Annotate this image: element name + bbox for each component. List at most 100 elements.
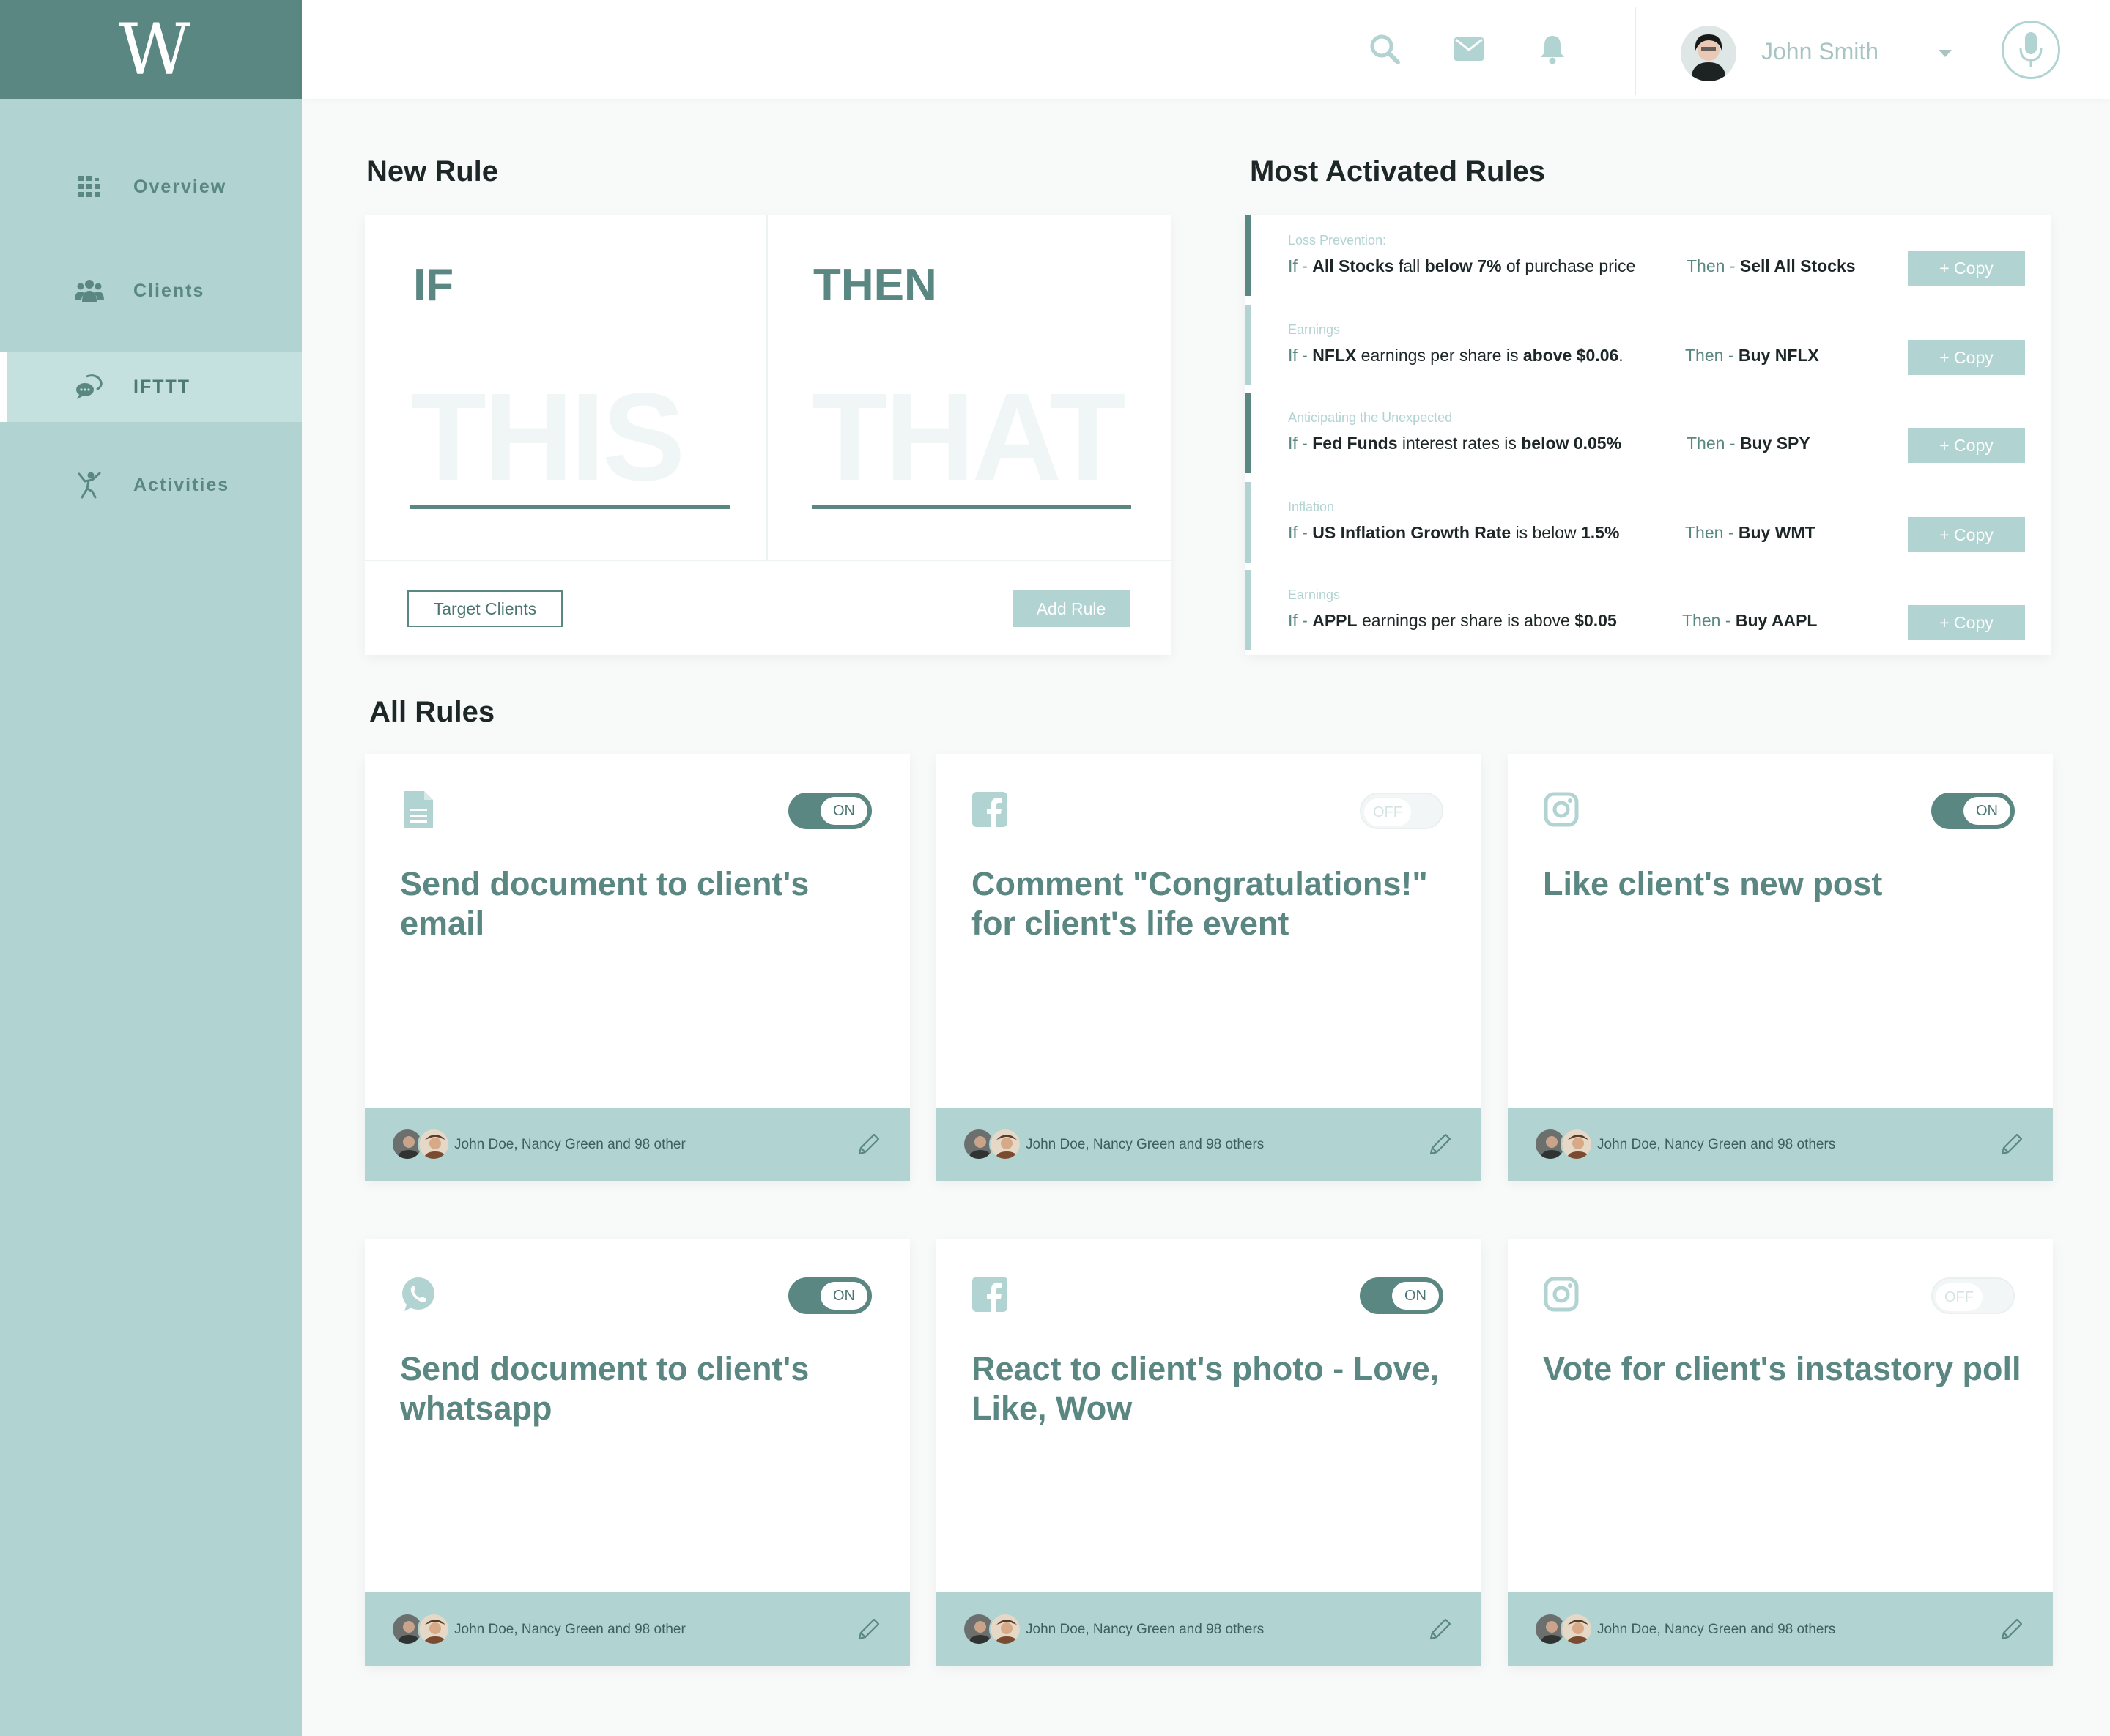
toggle-label: OFF <box>1364 798 1411 826</box>
chevron-down-icon[interactable] <box>1934 42 1956 64</box>
pencil-icon[interactable] <box>1426 1614 1455 1644</box>
logo-text: W <box>118 8 191 91</box>
sidebar-item-label: IFTTT <box>133 376 191 397</box>
then-column: THEN THAT <box>768 215 1171 560</box>
facebook-icon <box>971 1275 1008 1314</box>
if-column: IF THIS <box>365 215 768 560</box>
rule-card[interactable]: ON Send document to client's email John … <box>365 754 910 1181</box>
users-icon <box>75 276 104 305</box>
add-rule-button[interactable]: Add Rule <box>1013 590 1130 627</box>
facebook-icon <box>971 790 1008 829</box>
copy-button[interactable]: + Copy <box>1908 251 2025 286</box>
avatar <box>418 1128 450 1160</box>
microphone-icon[interactable] <box>2002 21 2060 79</box>
avatar <box>989 1613 1021 1645</box>
sidebar-item-label: Clients <box>133 280 205 301</box>
sidebar-item-activities[interactable]: Activities <box>0 450 302 520</box>
sidebar-item-label: Overview <box>133 176 227 197</box>
audience-text: John Doe, Nancy Green and 98 others <box>1597 1137 1836 1152</box>
pencil-icon[interactable] <box>1997 1614 2026 1644</box>
audience-text: John Doe, Nancy Green and 98 other <box>454 1622 686 1637</box>
row-accent <box>1245 482 1251 563</box>
rule-card[interactable]: OFF Vote for client's instastory poll Jo… <box>1508 1239 2053 1666</box>
row-accent <box>1245 570 1251 650</box>
rule-card[interactable]: ON Like client's new post John Doe, Nanc… <box>1508 754 2053 1181</box>
that-input[interactable]: THAT <box>812 375 1126 500</box>
running-figure-icon <box>75 470 104 500</box>
sidebar: W Overview Clients IFTTT Activities <box>0 0 302 1736</box>
rule-card[interactable]: OFF Comment "Congratulations!" for clien… <box>936 754 1481 1181</box>
list-item: Earnings If - NFLX earnings per share is… <box>1245 305 2051 385</box>
new-rule-footer: Target Clients Add Rule <box>365 560 1171 655</box>
sidebar-item-clients[interactable]: Clients <box>0 256 302 326</box>
pencil-icon[interactable] <box>854 1129 884 1159</box>
rule-action: Then - Buy WMT <box>1685 523 1815 542</box>
list-item: Loss Prevention: If - All Stocks fall be… <box>1245 215 2051 296</box>
this-input[interactable]: THIS <box>410 375 685 500</box>
rule-condition: If - All Stocks fall below 7% of purchas… <box>1288 256 1636 275</box>
copy-button[interactable]: + Copy <box>1908 340 2025 375</box>
list-item: Inflation If - US Inflation Growth Rate … <box>1245 482 2051 563</box>
rule-condition: If - NFLX earnings per share is above $0… <box>1288 346 1624 365</box>
whatsapp-icon <box>400 1275 437 1314</box>
copy-button[interactable]: + Copy <box>1908 605 2025 640</box>
rule-title: Like client's new post <box>1543 865 1883 902</box>
then-label: THEN <box>813 260 937 311</box>
toggle-switch[interactable]: OFF <box>1360 793 1443 829</box>
rule-action: Then - Sell All Stocks <box>1687 256 1856 275</box>
toggle-label: ON <box>1392 1282 1439 1310</box>
header-divider <box>1635 7 1636 95</box>
sidebar-item-ifttt[interactable]: IFTTT <box>0 352 302 422</box>
avatar[interactable] <box>1681 26 1736 81</box>
pencil-icon[interactable] <box>1426 1129 1455 1159</box>
copy-button[interactable]: + Copy <box>1908 517 2025 552</box>
avatar <box>989 1128 1021 1160</box>
rule-category: Earnings <box>1288 322 1341 337</box>
search-icon[interactable] <box>1366 31 1403 67</box>
instagram-icon <box>1543 1275 1580 1314</box>
target-clients-button[interactable]: Target Clients <box>407 590 563 627</box>
rule-footer: John Doe, Nancy Green and 98 other <box>365 1592 910 1666</box>
all-rules-title: All Rules <box>369 696 495 728</box>
audience-text: John Doe, Nancy Green and 98 others <box>1597 1622 1836 1637</box>
rule-footer: John Doe, Nancy Green and 98 others <box>936 1108 1481 1181</box>
rule-footer: John Doe, Nancy Green and 98 others <box>936 1592 1481 1666</box>
pencil-icon[interactable] <box>854 1614 884 1644</box>
toggle-label: ON <box>821 797 867 825</box>
most-activated-card: Loss Prevention: If - All Stocks fall be… <box>1245 215 2051 655</box>
rule-card[interactable]: ON Send document to client's whatsapp Jo… <box>365 1239 910 1666</box>
app-root: W Overview Clients IFTTT Activities John… <box>0 0 2110 1736</box>
mail-icon[interactable] <box>1451 31 1487 67</box>
top-header: John Smith <box>302 0 2110 99</box>
row-accent <box>1245 393 1251 473</box>
rule-title: Vote for client's instastory poll <box>1543 1350 2021 1387</box>
rule-title: Send document to client's whatsapp <box>400 1350 810 1427</box>
rule-condition: If - APPL earnings per share is above $0… <box>1288 611 1617 630</box>
user-name[interactable]: John Smith <box>1761 38 1878 65</box>
sidebar-item-overview[interactable]: Overview <box>0 152 302 222</box>
avatar <box>1561 1128 1593 1160</box>
rule-category: Anticipating the Unexpected <box>1288 410 1453 425</box>
copy-button[interactable]: + Copy <box>1908 428 2025 463</box>
toggle-switch[interactable]: OFF <box>1931 1277 2015 1314</box>
toggle-switch[interactable]: ON <box>1931 793 2015 829</box>
instagram-icon <box>1543 790 1580 829</box>
rule-card[interactable]: ON React to client's photo - Love, Like,… <box>936 1239 1481 1666</box>
document-icon <box>400 790 437 829</box>
rule-title: React to client's photo - Love, Like, Wo… <box>971 1350 1440 1427</box>
toggle-switch[interactable]: ON <box>1360 1277 1443 1314</box>
rule-category: Earnings <box>1288 587 1341 602</box>
if-label: IF <box>413 260 454 311</box>
rule-title: Comment "Congratulations!" for client's … <box>971 865 1428 942</box>
toggle-switch[interactable]: ON <box>788 1277 872 1314</box>
rule-action: Then - Buy AAPL <box>1682 611 1818 630</box>
sidebar-item-label: Activities <box>133 474 230 495</box>
toggle-switch[interactable]: ON <box>788 793 872 829</box>
rule-action: Then - Buy NFLX <box>1685 346 1819 365</box>
row-accent <box>1245 305 1251 385</box>
logo[interactable]: W <box>0 0 302 99</box>
that-underline <box>812 505 1131 509</box>
bell-icon[interactable] <box>1534 31 1571 67</box>
toggle-label: OFF <box>1936 1283 1983 1311</box>
pencil-icon[interactable] <box>1997 1129 2026 1159</box>
